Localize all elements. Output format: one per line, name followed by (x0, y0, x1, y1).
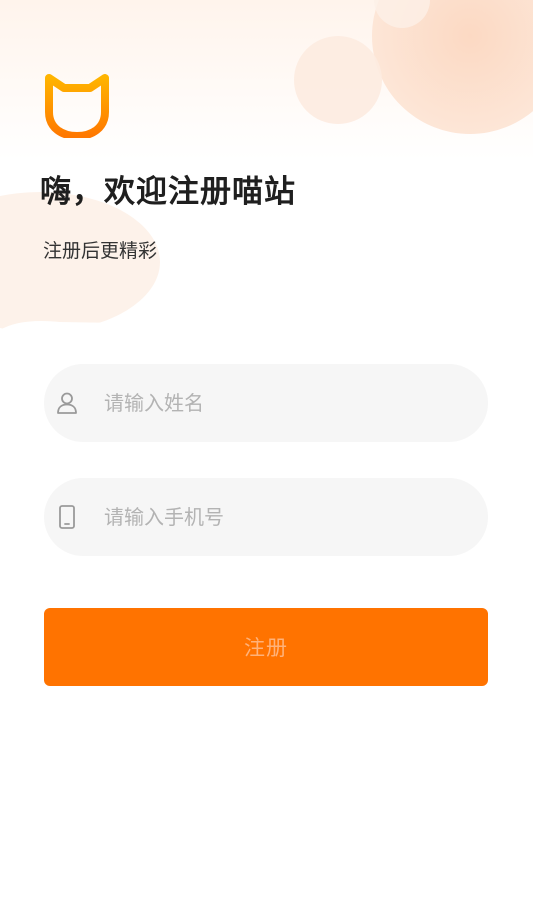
cat-face-icon (45, 74, 109, 138)
phone-icon (59, 505, 75, 529)
phone-field[interactable] (44, 478, 488, 556)
name-field[interactable] (44, 364, 488, 442)
page-subtitle: 注册后更精彩 (43, 240, 158, 262)
phone-input[interactable] (104, 478, 464, 556)
user-icon (57, 392, 77, 414)
name-input[interactable] (104, 364, 464, 442)
register-button[interactable]: 注册 (44, 608, 488, 686)
page-title: 嗨，欢迎注册喵站 (40, 174, 296, 210)
